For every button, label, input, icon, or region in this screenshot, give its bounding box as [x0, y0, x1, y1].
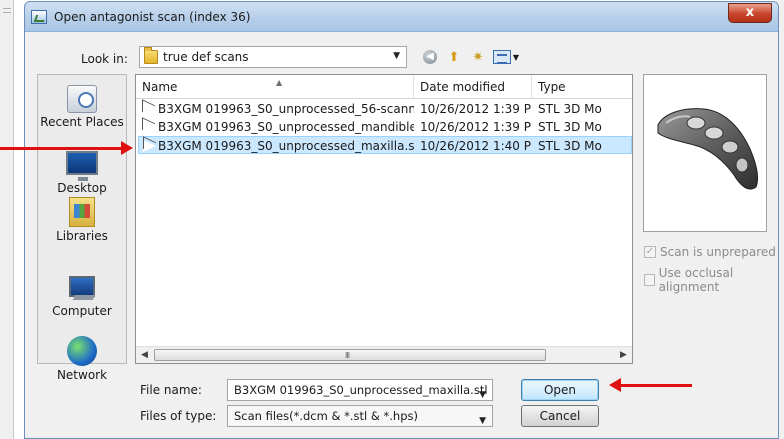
folder-icon [144, 47, 158, 64]
table-row-selected[interactable]: B3XGM 019963_S0_unprocessed_maxilla.stl … [138, 136, 632, 154]
scroll-left-icon[interactable]: ◀ [136, 347, 153, 363]
navigation-toolbar: ◀ ⬆ ✷ ▼ [420, 47, 520, 67]
libraries-icon [69, 197, 95, 227]
files-of-type-label: Files of type: [140, 409, 217, 423]
place-computer[interactable]: Computer [38, 274, 126, 318]
column-header-type[interactable]: Type [532, 75, 632, 99]
file-type-cell: STL 3D Mo [538, 102, 602, 116]
annotation-arrow-left-icon [609, 378, 621, 392]
chevron-down-icon: ▼ [512, 52, 520, 62]
occlusal-alignment-option[interactable]: Use occlusal alignment [644, 266, 778, 294]
place-label: Libraries [56, 229, 108, 243]
file-type-cell: STL 3D Mo [538, 120, 602, 134]
new-folder-icon: ✷ [472, 49, 484, 65]
new-folder-button[interactable]: ✷ [468, 47, 488, 67]
occlusal-alignment-label: Use occlusal alignment [658, 266, 734, 294]
place-recent-places[interactable]: Recent Places [38, 85, 126, 129]
look-in-dropdown[interactable]: true def scans ▼ [139, 46, 407, 68]
scrollbar-grip: III [345, 351, 350, 360]
network-icon [67, 336, 97, 366]
desktop-icon [66, 151, 98, 181]
scan-unprepared-option[interactable]: ✓ Scan is unprepared [644, 245, 776, 259]
back-button[interactable]: ◀ [420, 47, 440, 67]
title-bar[interactable]: Open antagonist scan (index 36) x [25, 2, 778, 32]
background-grip [3, 12, 11, 13]
place-libraries[interactable]: Libraries [38, 197, 126, 243]
stl-file-icon [143, 139, 157, 152]
background-left-strip [0, 0, 14, 439]
place-desktop[interactable]: Desktop [38, 151, 126, 195]
view-menu-button[interactable]: ▼ [492, 47, 520, 67]
file-name-value: B3XGM 019963_S0_unprocessed_maxilla.stl [234, 383, 488, 397]
place-network[interactable]: Network [38, 336, 126, 382]
chevron-down-icon: ▼ [393, 51, 400, 61]
file-date-cell: 10/26/2012 1:40 PM [420, 139, 532, 153]
scan-preview [643, 74, 767, 232]
file-type-cell: STL 3D Mo [538, 139, 602, 153]
place-label: Network [56, 368, 108, 382]
file-name-cell: B3XGM 019963_S0_unprocessed_56-scanned..… [158, 102, 414, 116]
file-name-cell: B3XGM 019963_S0_unprocessed_maxilla.stl [158, 139, 414, 153]
view-menu-icon [492, 50, 511, 64]
column-name-label: Name [142, 80, 178, 94]
computer-icon [66, 274, 98, 302]
scroll-right-icon[interactable]: ▶ [615, 347, 632, 363]
close-icon: x [745, 5, 755, 20]
column-header-name[interactable]: ▲ Name [136, 75, 414, 99]
scrollbar-thumb[interactable]: III [154, 349, 546, 361]
place-label: Computer [52, 304, 112, 318]
file-list-header: ▲ Name Date modified Type [136, 75, 632, 99]
background-grip [3, 8, 11, 9]
recent-places-icon [67, 85, 97, 113]
look-in-value: true def scans [163, 50, 249, 64]
file-date-cell: 10/26/2012 1:39 PM [420, 120, 532, 134]
table-row[interactable]: B3XGM 019963_S0_unprocessed_mandible.stl… [138, 118, 632, 136]
chevron-down-icon: ▼ [479, 416, 486, 426]
scan-unprepared-label: Scan is unprepared [660, 245, 776, 259]
place-label: Desktop [57, 181, 107, 195]
look-in-label: Look in: [81, 52, 128, 66]
table-row[interactable]: B3XGM 019963_S0_unprocessed_56-scanned..… [138, 100, 632, 118]
chevron-down-icon[interactable]: ▼ [479, 385, 486, 400]
column-date-label: Date modified [420, 80, 506, 94]
cancel-button[interactable]: Cancel [521, 405, 599, 427]
up-folder-icon: ⬆ [448, 49, 460, 65]
files-of-type-dropdown[interactable]: Scan files(*.dcm & *.stl & *.hps) ▼ [227, 405, 493, 427]
annotation-arrow-right-icon [121, 141, 133, 155]
stl-file-icon [142, 102, 156, 115]
open-file-dialog: Open antagonist scan (index 36) x Look i… [24, 1, 779, 439]
places-bar: Recent Places Desktop Libraries Computer… [37, 74, 127, 382]
open-button[interactable]: Open [521, 379, 599, 401]
back-icon: ◀ [423, 50, 437, 64]
window-title: Open antagonist scan (index 36) [54, 9, 251, 24]
annotation-arrow-shaft [620, 384, 692, 387]
close-button[interactable]: x [728, 3, 772, 23]
occlusal-alignment-checkbox[interactable] [644, 274, 655, 286]
files-of-type-value: Scan files(*.dcm & *.stl & *.hps) [234, 409, 418, 423]
file-list[interactable]: ▲ Name Date modified Type B3XGM 019963_S… [135, 74, 633, 364]
sort-ascending-icon: ▲ [276, 78, 283, 87]
place-label: Recent Places [40, 115, 124, 129]
file-name-input[interactable]: B3XGM 019963_S0_unprocessed_maxilla.stl … [227, 379, 493, 401]
annotation-arrow-shaft [0, 147, 122, 150]
column-header-date[interactable]: Date modified [414, 75, 532, 99]
file-date-cell: 10/26/2012 1:39 PM [420, 102, 532, 116]
column-type-label: Type [538, 80, 566, 94]
file-name-cell: B3XGM 019963_S0_unprocessed_mandible.stl [158, 120, 414, 134]
scan-unprepared-checkbox[interactable]: ✓ [644, 246, 656, 258]
app-icon [31, 9, 47, 24]
up-folder-button[interactable]: ⬆ [444, 47, 464, 67]
stl-file-icon [142, 120, 156, 133]
file-name-label: File name: [140, 383, 202, 397]
horizontal-scrollbar[interactable]: ◀ III ▶ [136, 346, 632, 363]
maxilla-scan-preview-image [657, 108, 759, 190]
